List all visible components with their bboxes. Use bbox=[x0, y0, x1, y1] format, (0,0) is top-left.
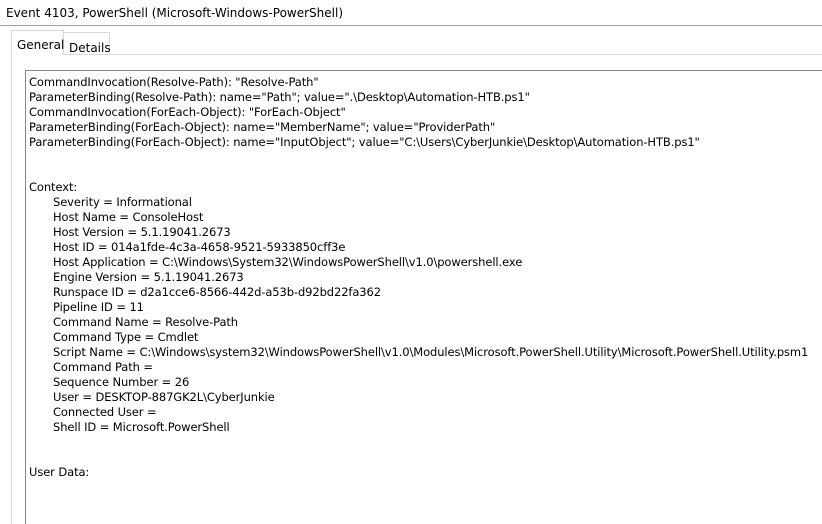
general-tab-panel: CommandInvocation(Resolve-Path): "Resolv… bbox=[11, 54, 822, 524]
event-description-textbox[interactable]: CommandInvocation(Resolve-Path): "Resolv… bbox=[25, 70, 822, 524]
payload-line: ParameterBinding(ForEach-Object): name="… bbox=[29, 120, 496, 134]
tab-general[interactable]: General bbox=[11, 30, 64, 55]
context-line: Connected User = bbox=[53, 405, 157, 419]
context-line: Command Type = Cmdlet bbox=[53, 330, 199, 344]
context-line: User = DESKTOP-887GK2L\CyberJunkie bbox=[53, 390, 275, 404]
context-line: Command Path = bbox=[53, 360, 153, 374]
context-line: Script Name = C:\Windows\system32\Window… bbox=[53, 345, 809, 359]
context-line: Pipeline ID = 11 bbox=[53, 300, 144, 314]
context-line: Runspace ID = d2a1cce6-8566-442d-a53b-d9… bbox=[53, 285, 381, 299]
tab-details[interactable]: Details bbox=[64, 32, 111, 55]
tab-strip: General Details bbox=[0, 27, 822, 55]
context-line: Severity = Informational bbox=[53, 195, 192, 209]
context-line: Sequence Number = 26 bbox=[53, 375, 190, 389]
context-line: Host Name = ConsoleHost bbox=[53, 210, 204, 224]
context-line: Host ID = 014a1fde-4c3a-4658-9521-593385… bbox=[53, 240, 346, 254]
context-heading: Context: bbox=[29, 180, 78, 194]
context-line: Host Version = 5.1.19041.2673 bbox=[53, 225, 231, 239]
window-title: Event 4103, PowerShell (Microsoft-Window… bbox=[0, 0, 822, 26]
payload-line: CommandInvocation(ForEach-Object): "ForE… bbox=[29, 105, 346, 119]
context-line: Command Name = Resolve-Path bbox=[53, 315, 239, 329]
context-line: Shell ID = Microsoft.PowerShell bbox=[53, 420, 230, 434]
context-line: Host Application = C:\Windows\System32\W… bbox=[53, 255, 523, 269]
payload-line: ParameterBinding(Resolve-Path): name="Pa… bbox=[29, 90, 530, 104]
event-properties-window: Event 4103, PowerShell (Microsoft-Window… bbox=[0, 0, 822, 524]
user-data-heading: User Data: bbox=[29, 465, 90, 479]
payload-line: CommandInvocation(Resolve-Path): "Resolv… bbox=[29, 75, 319, 89]
context-line: Engine Version = 5.1.19041.2673 bbox=[53, 270, 244, 284]
payload-line: ParameterBinding(ForEach-Object): name="… bbox=[29, 135, 700, 149]
